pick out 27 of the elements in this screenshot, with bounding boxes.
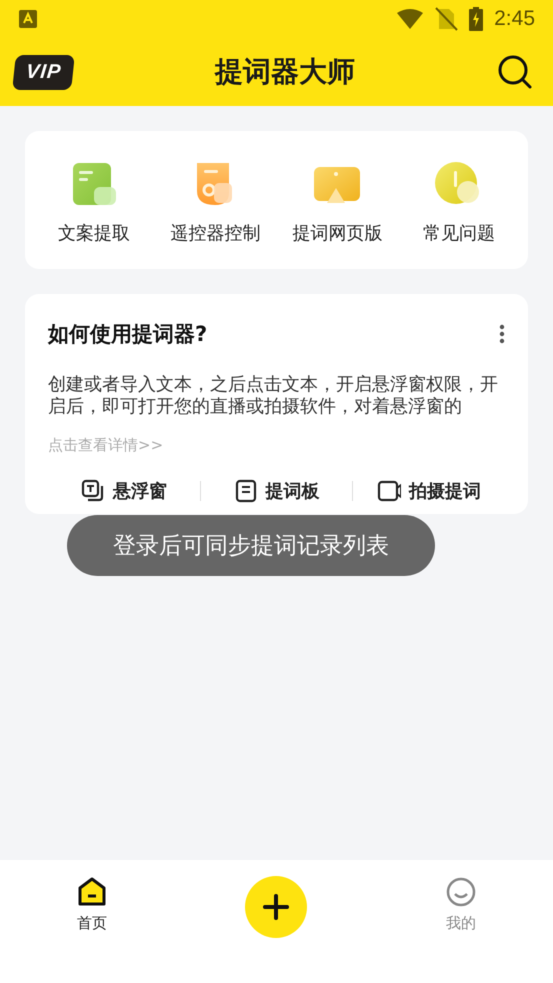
document-icon: [234, 479, 258, 503]
guide-text: 创建或者导入文本，之后点击文本，开启悬浮窗权限，开启后，即可打开您的直播或拍摄软件，对着悬浮窗的: [48, 374, 499, 418]
sync-toast: 登录后可同步提词记录列表: [67, 515, 435, 576]
home-icon: [76, 876, 108, 908]
feature-button[interactable]: 文案提取: [33, 161, 155, 245]
nav-tab[interactable]: 我的: [368, 876, 553, 933]
no-sim-icon: [434, 7, 458, 31]
nav-tab[interactable]: 首页: [0, 876, 184, 933]
action-button[interactable]: 拍摄提词: [353, 479, 506, 503]
feature-button[interactable]: 提词网页版: [276, 161, 398, 245]
more-icon[interactable]: [499, 324, 505, 344]
search-icon[interactable]: [497, 54, 533, 90]
vip-badge[interactable]: VIP: [12, 54, 76, 90]
status-time: 2:45: [494, 7, 535, 31]
feature-button[interactable]: 遥控器控制: [154, 161, 276, 245]
camera-icon: [377, 479, 402, 503]
action-button[interactable]: 悬浮窗: [48, 479, 200, 503]
smiley-icon: [444, 876, 477, 908]
wifi-icon: [396, 8, 424, 30]
feature-button[interactable]: 常见问题: [398, 161, 520, 245]
guide-title: 如何使用提词器?: [48, 321, 208, 348]
app-title: 提词器大师: [215, 54, 356, 90]
plus-icon: [263, 894, 290, 920]
floating-window-icon: [80, 479, 105, 503]
action-button[interactable]: 提词板: [200, 479, 352, 503]
battery-charging-icon: [468, 7, 484, 31]
app-notification-icon: [18, 9, 38, 29]
